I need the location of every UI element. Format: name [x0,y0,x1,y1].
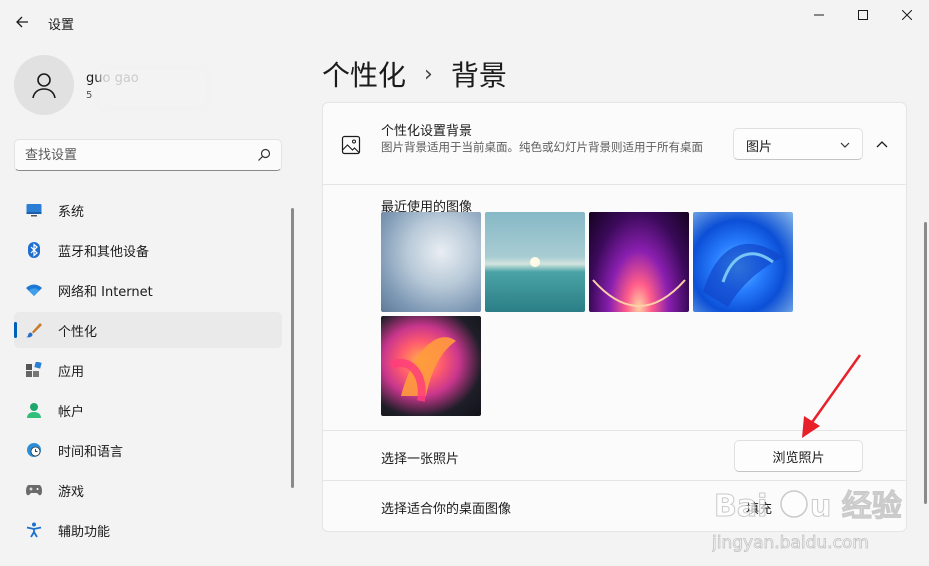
svg-text:jingyan.baidu.com: jingyan.baidu.com [712,533,869,553]
sidebar-item-label: 个性化 [58,324,98,340]
sidebar-item-label: 辅助功能 [58,524,111,540]
sidebar-item-time-language[interactable]: 时间和语言 [14,432,282,468]
search-icon[interactable] [257,148,271,162]
page-title: 背景 [450,59,507,92]
sidebar-item-label: 应用 [58,364,85,380]
annotation-arrow [802,354,862,438]
back-button[interactable] [8,8,36,36]
sidebar-item-accessibility[interactable]: 辅助功能 [14,512,282,548]
recent-image-lake-sunrise[interactable] [485,212,585,312]
browse-label: 选择一张照片 [381,452,460,467]
recent-image-bloom-light[interactable] [381,212,481,312]
app-title: 设置 [48,18,75,33]
user-email: 5 [86,90,93,101]
glow-arc [592,279,686,307]
sidebar-item-gaming[interactable]: 游戏 [14,472,282,508]
background-settings-card: 个性化设置背景 图片背景适用于当前桌面。纯色或幻灯片背景则适用于所有桌面 图片 … [322,102,907,532]
sidebar-item-label: 系统 [58,204,85,220]
fit-label: 选择适合你的桌面图像 [381,502,512,517]
gamepad-icon [26,482,42,498]
setting-description: 图片背景适用于当前桌面。纯色或幻灯片背景则适用于所有桌面 [381,140,703,154]
globe-clock-icon [26,442,42,458]
sidebar-item-system[interactable]: 系统 [14,192,282,228]
baidu-watermark-logo: Bai u 经验 jingyan.baidu.com [712,489,902,554]
background-setting-row: 个性化设置背景 图片背景适用于当前桌面。纯色或幻灯片背景则适用于所有桌面 图片 [323,103,906,185]
close-icon [902,10,912,20]
bloom-shape [703,243,783,307]
setting-title: 个性化设置背景 [381,124,473,139]
breadcrumb-separator: › [424,61,433,87]
sun-graphic [530,257,540,267]
avatar[interactable] [14,55,74,115]
accessibility-icon [26,522,42,538]
brush-icon [26,322,42,338]
sidebar-item-accounts[interactable]: 帐户 [14,392,282,428]
close-button[interactable] [885,0,929,30]
collapse-button[interactable] [871,133,893,155]
sidebar-item-apps[interactable]: 应用 [14,352,282,388]
search-box[interactable] [14,139,282,171]
sidebar-item-network[interactable]: 网络和 Internet [14,272,282,308]
wifi-icon [26,282,42,298]
bluetooth-icon [26,242,42,258]
sidebar-item-label: 帐户 [58,404,85,420]
recent-image-purple-glow[interactable] [589,212,689,312]
minimize-button[interactable] [797,0,841,30]
chevron-up-icon [876,141,888,148]
maximize-button[interactable] [841,0,885,30]
sidebar-item-label: 时间和语言 [58,444,124,460]
search-input[interactable] [15,140,245,170]
minimize-icon [814,14,824,16]
sidebar-item-label: 蓝牙和其他设备 [58,244,150,260]
content-scrollbar[interactable] [924,222,927,504]
back-arrow-icon [16,16,28,28]
monitor-icon [26,202,42,218]
sidebar-item-personalization[interactable]: 个性化 [14,312,282,348]
sidebar-item-bluetooth[interactable]: 蓝牙和其他设备 [14,232,282,268]
ribbon-shape [388,337,456,402]
recent-image-colorful-ribbon[interactable] [381,316,481,416]
recent-image-blue-bloom[interactable] [693,212,793,312]
dropdown-value: 图片 [746,140,773,155]
breadcrumb: 个性化 › 背景 [322,54,507,94]
person-icon [26,402,42,418]
svg-text:u 经验: u 经验 [810,489,902,524]
person-icon [32,73,56,99]
maximize-icon [858,10,868,20]
sidebar-item-label: 网络和 Internet [58,284,153,300]
sidebar-nav: 系统 蓝牙和其他设备 网络和 Internet 个性化 应用 帐户 时间和语言 … [14,192,282,552]
picture-icon [341,135,361,155]
title-bar: 设置 [0,0,929,44]
background-type-dropdown[interactable]: 图片 [733,128,863,160]
chevron-down-icon [840,142,850,148]
sidebar-scrollbar[interactable] [291,208,294,488]
privacy-blur [100,70,205,106]
sidebar-item-label: 游戏 [58,484,85,500]
svg-text:Bai: Bai [714,489,767,524]
apps-icon [26,362,42,378]
breadcrumb-parent[interactable]: 个性化 [322,54,406,94]
